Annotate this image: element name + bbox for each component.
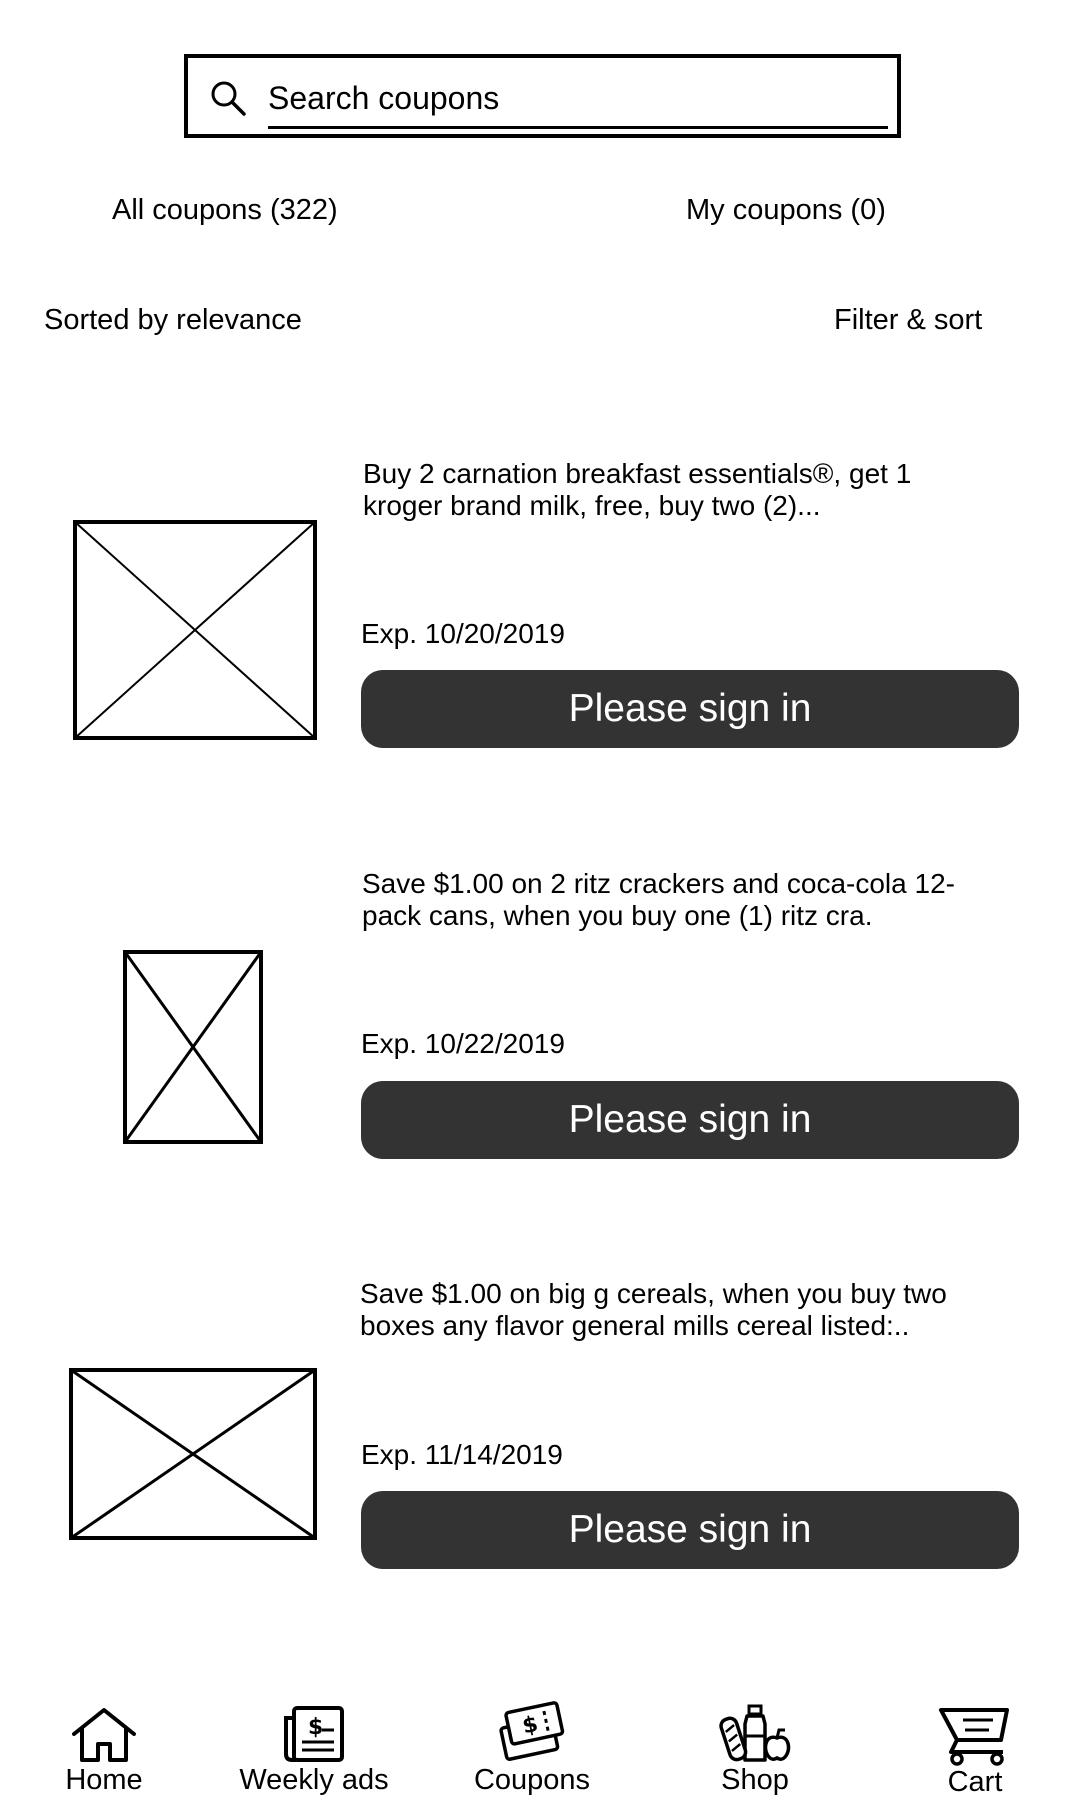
image-placeholder-icon — [123, 950, 263, 1144]
home-icon — [72, 1708, 136, 1762]
sign-in-button[interactable]: Please sign in — [361, 1491, 1019, 1569]
nav-cart[interactable]: Cart — [880, 1704, 1070, 1798]
svg-text:$: $ — [308, 1715, 323, 1740]
newspaper-icon: $ — [284, 1706, 344, 1762]
coupon-expiry: Exp. 10/20/2019 — [361, 618, 565, 649]
image-placeholder-icon — [69, 1368, 317, 1540]
nav-coupons[interactable]: $ Coupons — [437, 1700, 627, 1796]
nav-home[interactable]: Home — [9, 1704, 199, 1796]
nav-weekly-ads[interactable]: $ Weekly ads — [219, 1704, 409, 1796]
search-underline — [268, 126, 888, 129]
groceries-icon — [719, 1704, 791, 1762]
nav-shop[interactable]: Shop — [660, 1702, 850, 1796]
cart-icon — [939, 1708, 1009, 1766]
sort-label: Sorted by relevance — [44, 304, 302, 336]
nav-label-shop: Shop — [721, 1764, 789, 1796]
coupon-description: Buy 2 carnation breakfast essentials®, g… — [363, 458, 912, 521]
sign-in-button[interactable]: Please sign in — [361, 670, 1019, 748]
coupon-tickets-icon: $ — [499, 1701, 565, 1761]
tab-my-coupons[interactable]: My coupons (0) — [686, 193, 886, 227]
coupon-expiry: Exp. 10/22/2019 — [361, 1028, 565, 1059]
coupon-description: Save $1.00 on 2 ritz crackers and coca-c… — [362, 868, 955, 931]
sign-in-button[interactable]: Please sign in — [361, 1081, 1019, 1159]
nav-label-weekly-ads: Weekly ads — [239, 1764, 389, 1796]
search-icon — [211, 81, 246, 116]
coupon-expiry: Exp. 11/14/2019 — [361, 1439, 563, 1470]
nav-label-coupons: Coupons — [473, 1764, 591, 1796]
nav-label-home: Home — [65, 1764, 143, 1796]
search-input[interactable]: Search coupons — [268, 80, 499, 116]
filter-sort-button[interactable]: Filter & sort — [834, 303, 982, 337]
image-placeholder-icon — [73, 520, 317, 740]
tab-all-coupons[interactable]: All coupons (322) — [112, 193, 338, 227]
coupon-description: Save $1.00 on big g cereals, when you bu… — [360, 1278, 947, 1341]
search-bar[interactable]: Search coupons — [184, 54, 901, 138]
nav-label-cart: Cart — [947, 1766, 1003, 1798]
